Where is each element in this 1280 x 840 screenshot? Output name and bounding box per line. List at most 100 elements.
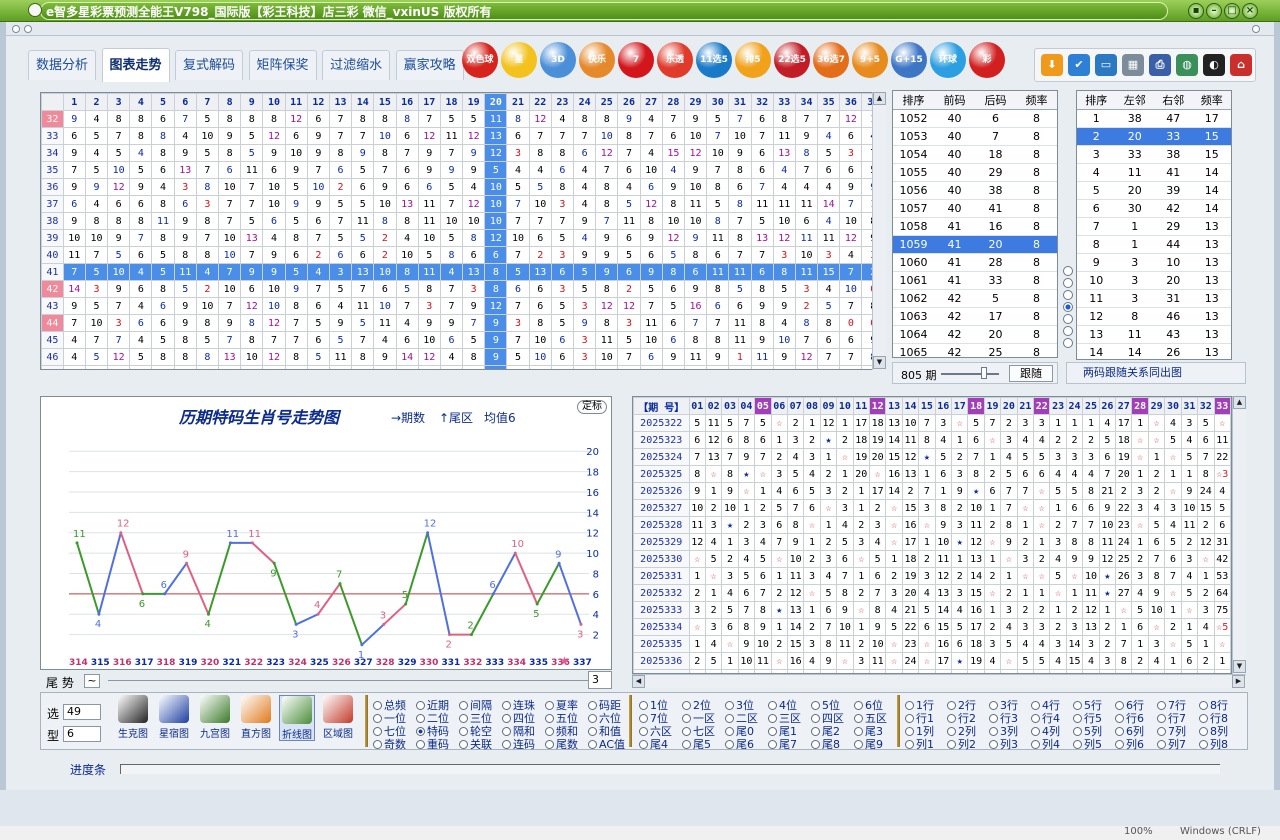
neighbor-grid[interactable]: 排序 左邻 右邻 频率 1 38 47 17 2 20 33 15 3 33 38 15 4 11 41 14 5 20 3… [1076,90,1232,360]
table-row[interactable]: 2 20 33 15 [1077,127,1231,146]
table-row[interactable]: 1065 42 25 8 [893,343,1057,357]
column-header[interactable]: 26 [617,93,641,111]
spellcheck-icon[interactable]: ✔ [1068,54,1090,76]
option-radio[interactable]: AC值 [588,736,625,752]
column-header[interactable]: 08 [803,397,821,415]
table-row[interactable]: 44 7 10 3 6 6 9 8 9 8 12 7 5 9 5 11 4 9 9 7 9 3 8 5 9 8 3 11 6 7 7 11 8 4… [41,314,885,332]
period-header[interactable]: 【期 号】 [633,397,690,415]
column-header[interactable]: 29 [1147,397,1166,415]
table-row[interactable]: 1054 40 18 8 [893,145,1057,164]
tail-trend-slider[interactable] [108,680,604,681]
column-header[interactable]: 2 [84,93,109,111]
column-header[interactable]: 09 [819,397,838,415]
column-header[interactable]: 3 [107,93,131,111]
table-row[interactable]: 2025327 10 2 10 1 2 5 7 6 ☆ 3 1 2 ☆ 15 3 8 2 10 1 7 ☆ ☆ 1 6 6 9 22 3… [633,499,1231,517]
table-row[interactable]: 2025330 ☆ 5 2 4 5 ☆ 10 2 3 6 ☆ 5 1 18 2 11 1 13 1 ☆ 3 2 4 9 9 12 25… [633,550,1231,568]
column-header[interactable]: 18 [439,93,464,111]
table-row[interactable]: 13 11 43 13 [1077,325,1231,344]
column-header[interactable]: 07 [786,397,805,415]
table-row[interactable]: 5 20 39 14 [1077,181,1231,200]
column-header[interactable]: 28 [661,93,685,111]
lottery-logo-icon[interactable]: 双色球 [462,42,498,78]
column-header[interactable]: 06 [770,397,788,415]
table-row[interactable]: 37 6 4 6 6 8 6 3 7 7 10 9 9 5 5 10 13 11 7 12 10 7 10 3 4 8 5 12 8 11… [41,195,885,213]
period-slider-thumb[interactable] [981,367,987,379]
table-row[interactable]: 2025325 8 ☆ 8 ★ ☆ 3 5 4 2 1 20 ☆ 16 13 1 6 3 8 2 5 6 6 4 4 4 7 20 1 2… [633,465,1231,483]
option-radio[interactable]: 尾数 [545,736,578,752]
column-header[interactable]: 15 [373,93,397,111]
lottery-logo-icon[interactable]: 22选5 [774,42,810,78]
table-row[interactable]: 1058 41 16 8 [893,217,1057,236]
column-header[interactable]: 19 [462,93,486,111]
lottery-logo-icon[interactable]: 快乐 [579,42,615,78]
option-radio[interactable]: 尾7 [768,736,797,752]
lottery-logo-icon[interactable]: 乐透 [657,42,693,78]
column-header[interactable]: 7 [195,93,220,111]
lottery-logo-icon[interactable]: 7 [618,42,654,78]
column-header[interactable]: 26 [1098,397,1117,415]
column-header[interactable]: 29 [683,93,708,111]
column-header[interactable]: 04 [737,397,756,415]
column-header[interactable]: 右邻 [1154,91,1193,110]
column-header[interactable]: 13 [885,397,903,415]
chart-type-button[interactable]: 区域图 [320,695,356,741]
column-header[interactable]: 12 [306,93,330,111]
column-header[interactable]: 14 [351,93,375,111]
column-header[interactable]: 30 [1164,397,1182,415]
column-header[interactable]: 排序 [893,91,934,110]
column-header[interactable]: 17 [951,397,969,415]
neighbor-radio[interactable] [1063,266,1073,276]
column-header[interactable]: 12 [868,397,887,415]
column-header[interactable]: 33 [1213,397,1231,415]
table-row[interactable]: 45 4 7 7 4 5 8 5 7 8 7 7 6 5 7 4 6 10 6 5 9 7 10 6 3 11 5 10 6 8 8 11 9 1… [41,331,885,349]
xuan-spin[interactable]: 49 [63,704,101,720]
column-header[interactable]: 28 [1131,397,1149,415]
column-header[interactable]: 24 [1065,397,1084,415]
column-header[interactable]: 30 [706,93,730,111]
table-row[interactable]: 1056 40 38 8 [893,181,1057,200]
home-icon[interactable]: ⌂ [1230,54,1252,76]
table-row[interactable]: 39 10 10 9 7 8 9 7 10 13 4 8 7 5 5 2 4 10 5 8 12 10 6 5 4 9 6 9 12 9 1… [41,229,885,247]
column-header[interactable]: 27 [639,93,663,111]
follow-same-chart-link[interactable]: 两码跟随关系同出图 [1066,362,1246,384]
calculator-icon[interactable]: ▦ [1122,54,1144,76]
column-header[interactable]: 33 [772,93,796,111]
tab-matrix-guarantee[interactable]: 矩阵保奖 [248,50,317,80]
tab-chart-trend[interactable]: 图表走势 [101,48,170,82]
column-header[interactable]: 10 [262,93,286,111]
table-row[interactable]: 4 11 41 14 [1077,163,1231,182]
column-header[interactable]: 17 [417,93,441,111]
table-row[interactable]: 1053 40 7 8 [893,127,1057,146]
table-row[interactable]: 2025333 3 2 5 7 8 ★ 13 1 6 9 ☆ 8 4 21 5 14 4 16 1 3 2 2 1 2 12 1 ☆ 5… [633,601,1231,619]
tail-spin-field[interactable]: 3 [588,671,612,689]
table-row[interactable]: 1061 41 33 8 [893,271,1057,290]
option-radio[interactable]: 列6 [1115,736,1144,752]
column-header[interactable]: 32 [1197,397,1215,415]
column-header[interactable]: 23 [550,93,575,111]
column-header[interactable]: 34 [794,93,819,111]
table-row[interactable]: 2025332 2 1 4 6 7 2 12 ☆ 5 8 2 7 3 20 4 13 3 15 ☆ 2 1 1 ☆ 1 11 ★ 27… [633,584,1231,602]
column-header[interactable]: 31 [1180,397,1199,415]
column-header[interactable]: 01 [688,397,706,415]
column-header[interactable]: 18 [967,397,985,415]
option-radio[interactable]: 重码 [416,736,449,752]
column-header[interactable]: 22 [1033,397,1051,415]
option-radio[interactable]: 列7 [1157,736,1186,752]
lottery-logo-icon[interactable]: 星 [501,42,537,78]
neighbor-radio[interactable] [1063,278,1073,288]
column-header[interactable]: 20 [1000,397,1018,415]
table-row[interactable]: 35 7 5 10 5 6 13 7 6 11 6 9 7 6 5 7 6 9 9 9 5 4 4 6 4 7 6 10 4 9 7 8 6 4 7… [41,161,885,179]
table-row[interactable]: 41 7 5 10 4 5 11 4 7 9 9 5 4 3 13 10 8 11 4 13 8 5 13 6 5 9 6 9 8 6 11… [41,263,885,281]
column-header[interactable]: 27 [1115,397,1133,415]
close-button[interactable]: × [1242,3,1258,19]
tab-compound-decode[interactable]: 复式解码 [175,50,244,80]
option-radio[interactable]: 列8 [1199,736,1228,752]
option-radio[interactable]: 奇数 [373,736,406,752]
table-row[interactable]: 2025336 2 5 1 10 11 ☆ 16 4 9 ☆ 3 11 ☆ 24 ☆ 17 ★ 19 4 ☆ 5 5 4 15 4… [633,652,1231,670]
column-header[interactable]: 11 [852,397,870,415]
lottery-logo-icon[interactable]: 11选5 [696,42,732,78]
lottery-logo-icon[interactable]: 3D [540,42,576,78]
column-header[interactable]: 24 [573,93,597,111]
table-row[interactable]: 2025329 12 4 1 3 4 7 9 1 2 5 3 4 ☆ 17 1 10 ★ 12 ☆ 9 2 1 3 8 8 11 24… [633,533,1231,551]
column-header[interactable]: 31 [728,93,752,111]
